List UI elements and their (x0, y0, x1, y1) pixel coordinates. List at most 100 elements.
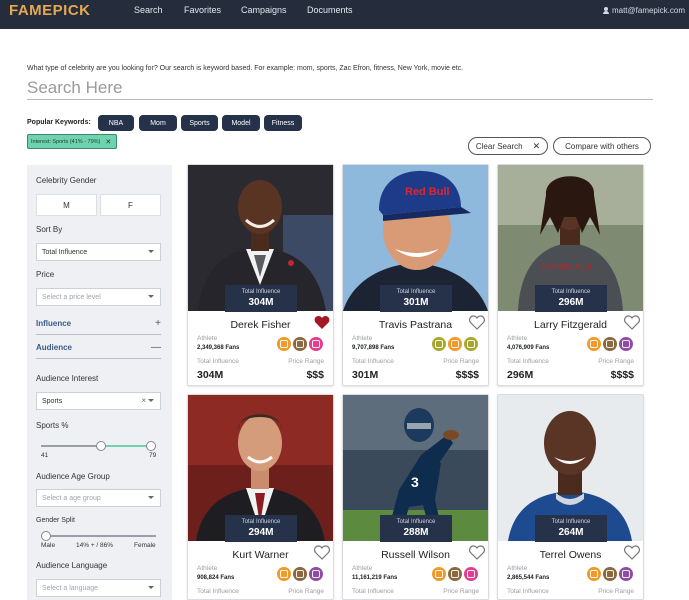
audience-interest-value: Sports (42, 397, 63, 405)
total-influence-value: 301M (352, 369, 379, 381)
active-filter-label: Interest: Sports (41% - 79%) (31, 138, 101, 145)
audience-section-toggle[interactable]: Audience — (36, 337, 161, 359)
nav-search[interactable]: Search (134, 5, 163, 15)
platform-badges (277, 567, 323, 581)
celebrity-name[interactable]: Terrel Owens (498, 549, 643, 561)
price-select[interactable]: Select a price level (36, 288, 161, 306)
clear-search-label: Clear Search (475, 141, 523, 151)
audience-section-label: Audience (36, 343, 73, 352)
platform-badges (587, 337, 633, 351)
celebrity-name[interactable]: Travis Pastrana (343, 319, 488, 331)
celebrity-category: Athlete (352, 565, 373, 572)
motorsport-icon (432, 337, 446, 351)
celebrity-category: Athlete (197, 335, 218, 342)
keyword-nba-button[interactable]: NBA (98, 115, 134, 131)
svg-text:CARDINALS: CARDINALS (540, 262, 592, 272)
split-male-label: Male (41, 542, 56, 549)
plus-icon: + (155, 318, 161, 329)
famepick-logo[interactable]: FAMEPICK (9, 2, 91, 19)
chevron-down-icon (148, 496, 154, 499)
instagram-icon (587, 567, 601, 581)
total-influence-label: Total Influence (396, 289, 436, 295)
sort-value: Total Influence (42, 248, 88, 256)
slider-handle[interactable] (41, 531, 51, 541)
heart-icon[interactable] (314, 315, 330, 330)
sports-range-slider[interactable] (41, 441, 156, 451)
influence-value: 304M (248, 297, 274, 308)
heart-icon[interactable] (624, 545, 640, 560)
nav-campaigns[interactable]: Campaigns (241, 5, 287, 15)
heart-icon[interactable] (469, 545, 485, 560)
slider-max-handle[interactable] (146, 441, 156, 451)
gender-female-button[interactable]: F (100, 194, 161, 216)
active-filter-chip[interactable]: Interest: Sports (41% - 79%) ✕ (27, 134, 117, 149)
nav-documents[interactable]: Documents (307, 5, 353, 15)
platform-badges (277, 337, 323, 351)
keyword-mom-button[interactable]: Mom (139, 115, 177, 131)
total-influence-label: Total Influence (197, 358, 239, 365)
remove-filter-icon[interactable]: ✕ (105, 138, 111, 146)
clear-selection-icon[interactable]: × (141, 396, 146, 405)
heart-icon[interactable] (624, 315, 640, 330)
influence-section-label: Influence (36, 319, 72, 328)
svg-text:3: 3 (411, 474, 419, 490)
price-range-label: Price Range (443, 588, 479, 595)
slider-track (41, 535, 156, 537)
gender-split-label: Gender Split (36, 517, 75, 524)
celebrity-name[interactable]: Derek Fisher (188, 319, 333, 331)
video-icon (619, 337, 633, 351)
influence-value: 288M (403, 527, 429, 538)
heart-icon[interactable] (314, 545, 330, 560)
fan-count: 11,161,219 Fans (352, 575, 398, 581)
slider-min-handle[interactable] (96, 441, 106, 451)
influence-badge: Total Influence 288M (380, 515, 452, 542)
celebrity-category: Athlete (507, 565, 528, 572)
age-group-select[interactable]: Select a age group (36, 489, 161, 507)
celebrity-card[interactable]: Total Influence 264M Terrel Owens Athlet… (497, 394, 644, 600)
heart-icon[interactable] (469, 315, 485, 330)
chevron-down-icon (148, 250, 154, 253)
sports-icon (464, 567, 478, 581)
nav-favorites[interactable]: Favorites (184, 5, 221, 15)
sort-label: Sort By (36, 225, 63, 234)
language-select[interactable]: Select a language (36, 579, 161, 597)
audience-interest-label: Audience Interest (36, 374, 99, 383)
celebrity-name[interactable]: Kurt Warner (188, 549, 333, 561)
celebrity-card[interactable]: Red Bull Total Influence 301M Travis Pas… (342, 164, 489, 386)
total-influence-label: Total Influence (241, 289, 281, 295)
age-group-placeholder: Select a age group (42, 494, 101, 502)
user-menu[interactable]: matt@famepick.com (602, 6, 685, 15)
clear-search-button[interactable]: Clear Search ✕ (468, 137, 548, 155)
influence-section-toggle[interactable]: Influence + (36, 313, 161, 335)
celebrity-card[interactable]: Total Influence 294M Kurt Warner Athlete… (187, 394, 334, 600)
celebrity-category: Athlete (197, 565, 218, 572)
keyword-model-button[interactable]: Model (222, 115, 260, 131)
audience-icon (293, 567, 307, 581)
celebrity-name[interactable]: Russell Wilson (343, 549, 488, 561)
influence-value: 296M (558, 297, 584, 308)
total-influence-label: Total Influence (507, 358, 549, 365)
celebrity-card[interactable]: Total Influence 304M Derek Fisher Athlet… (187, 164, 334, 386)
price-range-value: $$$$ (455, 369, 479, 381)
compare-button[interactable]: Compare with others (553, 137, 651, 155)
price-range-label: Price Range (598, 588, 634, 595)
search-input[interactable] (27, 76, 653, 100)
audience-interest-select[interactable]: Sports × (36, 392, 161, 410)
total-influence-label: Total Influence (507, 588, 549, 595)
instagram-icon (432, 567, 446, 581)
influence-value: 301M (403, 297, 429, 308)
celebrity-card[interactable]: CARDINALS Total Influence 296M Larry Fit… (497, 164, 644, 386)
influence-value: 264M (558, 527, 584, 538)
gender-split-slider[interactable] (41, 531, 156, 541)
celebrity-card[interactable]: 3 Total Influence 288M Russell Wilson At… (342, 394, 489, 600)
gender-male-button[interactable]: M (36, 194, 97, 216)
user-email: matt@famepick.com (611, 6, 685, 15)
price-range-label: Price Range (288, 588, 324, 595)
video-icon (309, 567, 323, 581)
keyword-sports-button[interactable]: Sports (181, 115, 218, 131)
keyword-fitness-button[interactable]: Fitness (264, 115, 302, 131)
fan-count: 2,865,544 Fans (507, 575, 550, 581)
influence-badge: Total Influence 296M (535, 285, 607, 312)
celebrity-name[interactable]: Larry Fitzgerald (498, 319, 643, 331)
sort-select[interactable]: Total Influence (36, 243, 161, 261)
